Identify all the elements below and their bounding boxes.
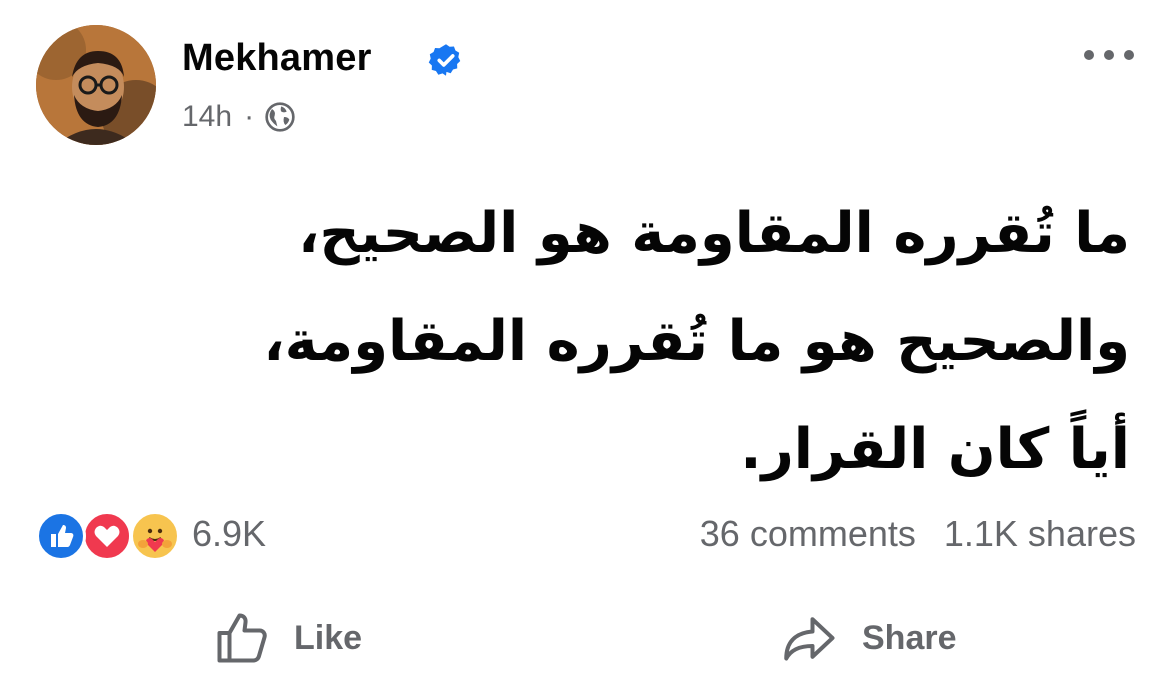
reaction-icons[interactable] xyxy=(36,511,186,561)
post-text-line: ما تُقرره المقاومة هو الصحيح، xyxy=(298,201,1130,266)
post: Mekhamer 14h · ما تُقرره المقاومة هو الص… xyxy=(0,0,1170,685)
post-text: ما تُقرره المقاومة هو الصحيح، والصحيح هو… xyxy=(30,180,1130,504)
meta-separator: · xyxy=(244,100,255,133)
care-reaction-icon xyxy=(130,511,180,561)
post-text-line: والصحيح هو ما تُقرره المقاومة، xyxy=(263,309,1130,374)
shares-count[interactable]: 1.1K shares xyxy=(944,513,1136,554)
like-reaction-icon xyxy=(36,511,86,561)
globe-icon xyxy=(265,102,295,132)
reactions-summary: 6.9K 36 comments 1.1K shares xyxy=(36,505,1136,565)
post-timestamp[interactable]: 14h xyxy=(182,100,232,134)
post-meta: 14h · xyxy=(182,97,296,137)
love-reaction-icon xyxy=(82,511,132,561)
thumbs-up-icon xyxy=(217,613,267,663)
reaction-count[interactable]: 6.9K xyxy=(192,513,266,555)
comments-count[interactable]: 36 comments xyxy=(700,513,916,554)
avatar[interactable] xyxy=(36,25,156,145)
more-dot-icon xyxy=(1124,50,1134,60)
share-button-label: Share xyxy=(862,618,957,657)
post-actions: Like Share xyxy=(0,590,1170,685)
post-header: Mekhamer 14h · xyxy=(36,25,1136,145)
share-arrow-icon xyxy=(784,617,835,661)
avatar-portrait xyxy=(36,25,156,145)
more-dot-icon xyxy=(1084,50,1094,60)
post-text-line: أياً كان القرار. xyxy=(740,417,1130,482)
more-options-button[interactable] xyxy=(1084,43,1134,67)
author-name[interactable]: Mekhamer xyxy=(182,37,372,80)
like-button[interactable]: Like xyxy=(212,608,362,668)
engagement-counts: 36 comments 1.1K shares xyxy=(700,513,1136,555)
more-dot-icon xyxy=(1104,50,1114,60)
like-button-label: Like xyxy=(294,618,363,657)
share-button[interactable]: Share xyxy=(780,608,957,668)
verified-badge-icon xyxy=(428,44,461,76)
